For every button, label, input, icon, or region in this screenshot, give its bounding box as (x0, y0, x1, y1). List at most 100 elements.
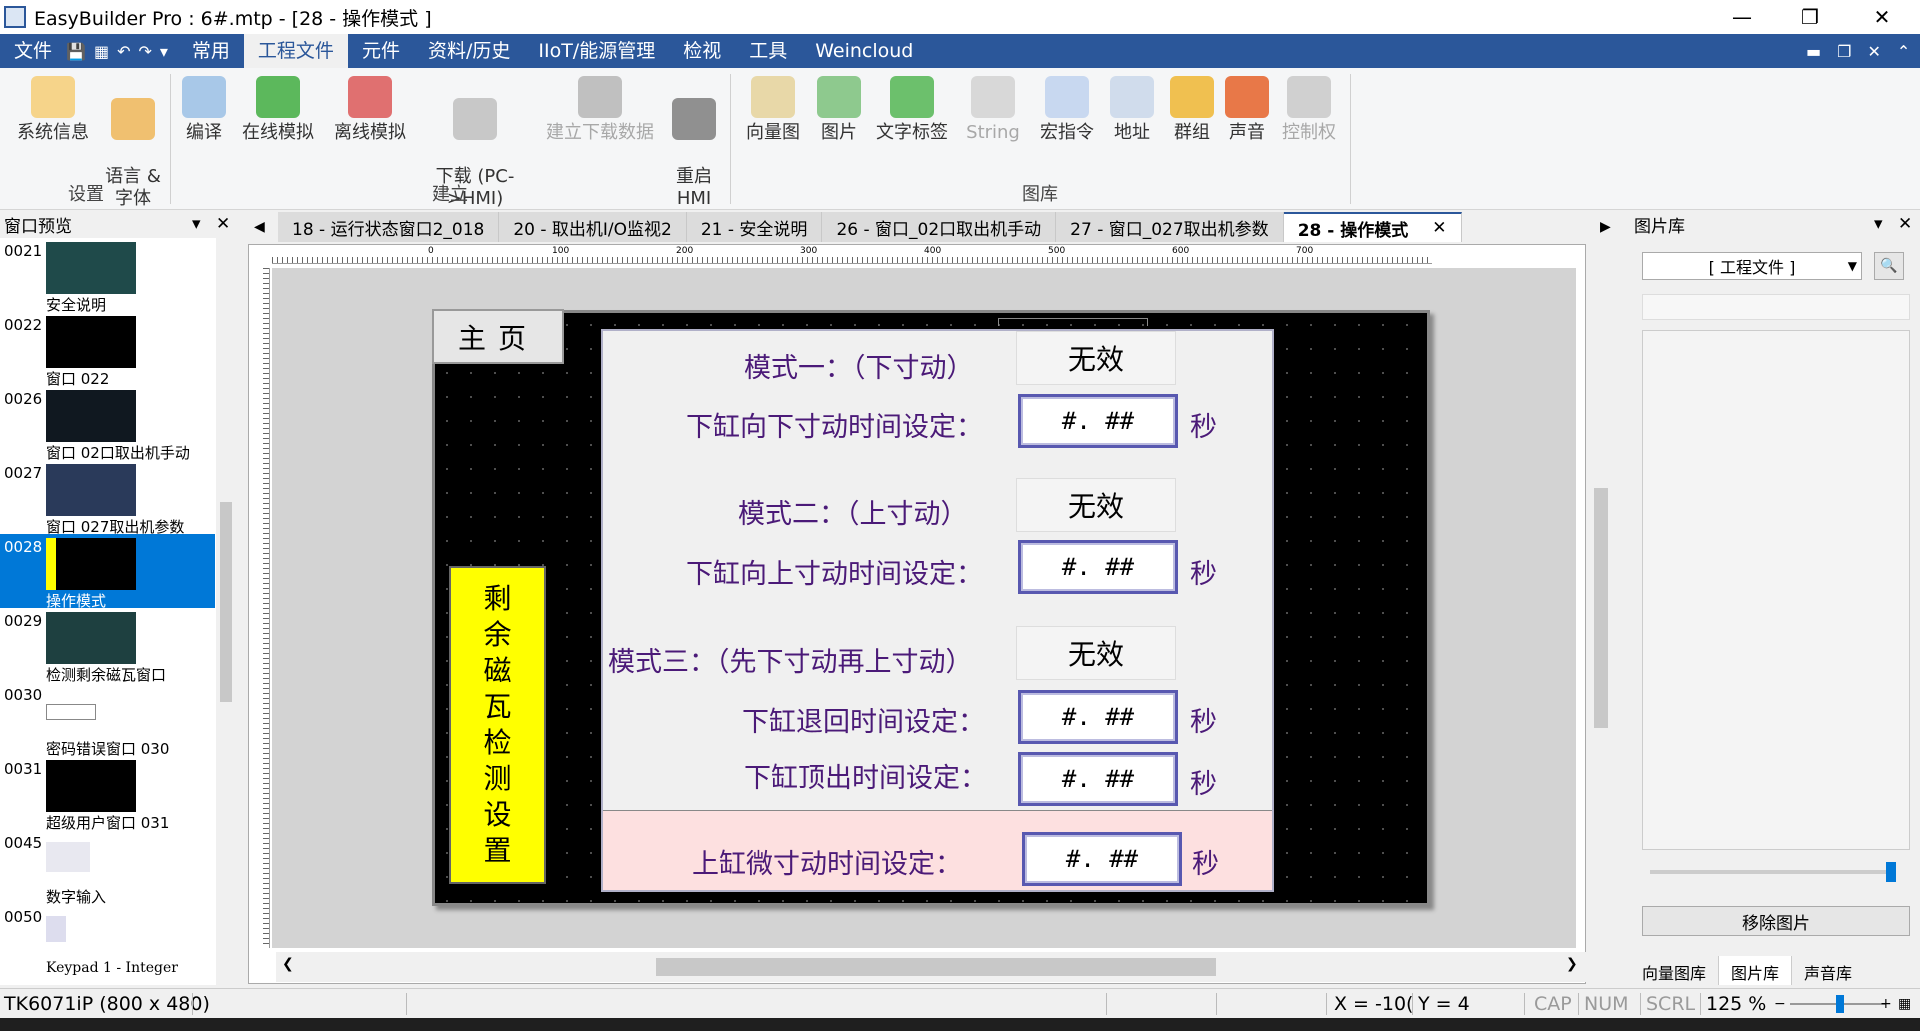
hscroll-right-icon[interactable]: ❯ (1566, 956, 1578, 972)
menu-weincloud[interactable]: Weincloud (801, 34, 927, 68)
tab-window-26[interactable]: 26 - 窗口_02口取出机手动 (822, 212, 1057, 242)
language-font-button[interactable]: 语言 & 字体 (100, 76, 166, 232)
sound-button[interactable]: 声音 (1222, 76, 1272, 144)
remove-picture-button[interactable]: 移除图片 (1642, 906, 1910, 936)
tab-sound-library[interactable]: 声音库 (1792, 956, 1864, 985)
zoom-slider-thumb[interactable] (1836, 995, 1844, 1013)
text-tag-button[interactable]: 文字标签 (874, 76, 950, 144)
thumbnail-size-slider[interactable] (1650, 870, 1890, 874)
minimize-button[interactable]: — (1712, 0, 1772, 34)
editor-horizontal-scrollbar[interactable]: ❮ ❯ (276, 952, 1586, 982)
download-button[interactable]: 下载 (PC- >HMI) (430, 76, 520, 232)
library-filter-field[interactable] (1642, 294, 1910, 320)
window-title: EasyBuilder Pro : 6#.mtp - [28 - 操作模式 ] (34, 7, 432, 30)
tab-scroll-right-icon[interactable]: ▶ (1600, 212, 1611, 242)
preview-item-0022[interactable]: 0022 窗口 022 (0, 312, 215, 388)
menu-home[interactable]: 常用 (178, 34, 244, 68)
group-button[interactable]: 群组 (1164, 76, 1220, 144)
pane-close-icon[interactable]: ✕ (216, 214, 230, 234)
pane-close-icon[interactable]: ✕ (1898, 214, 1912, 234)
close-button[interactable]: ✕ (1852, 0, 1912, 34)
menu-view[interactable]: 检视 (669, 34, 735, 68)
fit-screen-icon[interactable]: ▦ (1898, 989, 1911, 1019)
menu-objects[interactable]: 元件 (348, 34, 414, 68)
preview-scroll-thumb[interactable] (220, 502, 232, 702)
preview-item-0045[interactable]: 0045 数字输入 (0, 830, 215, 906)
upper-jog-time-input[interactable]: #. ## (1022, 832, 1182, 886)
menu-tools[interactable]: 工具 (735, 34, 801, 68)
home-button[interactable]: 主页 (432, 309, 564, 364)
zoom-out-icon[interactable]: − (1774, 989, 1786, 1019)
preview-thumbnail (46, 842, 90, 872)
tab-window-27[interactable]: 27 - 窗口_027取出机参数 (1056, 212, 1284, 242)
macro-button[interactable]: 宏指令 (1036, 76, 1098, 144)
mode3-state-button[interactable]: 无效 (1016, 626, 1176, 680)
save-all-icon[interactable]: ▦ (94, 42, 109, 61)
system-info-button[interactable]: 系统信息 (16, 76, 90, 144)
menu-file[interactable]: 文件 (0, 34, 66, 68)
tab-window-18[interactable]: 18 - 运行状态窗口2_018 (278, 212, 500, 242)
offline-sim-button[interactable]: 离线模拟 (330, 76, 410, 144)
pane-menu-icon[interactable]: ▾ (192, 214, 201, 234)
tab-vector-library[interactable]: 向量图库 (1630, 956, 1720, 985)
build-download-data-button[interactable]: 建立下载数据 (542, 76, 658, 144)
status-separator (1216, 993, 1217, 1015)
up-jog-time-input[interactable]: #. ## (1018, 540, 1178, 594)
tab-picture-library[interactable]: 图片库 (1719, 956, 1793, 985)
editor-vertical-scrollbar[interactable] (1590, 268, 1612, 948)
preview-item-0026[interactable]: 0026 窗口 02口取出机手动 (0, 386, 215, 462)
mode1-state-button[interactable]: 无效 (1016, 331, 1176, 385)
menu-project[interactable]: 工程文件 (243, 34, 348, 68)
redo-icon[interactable]: ↷ (138, 42, 151, 61)
undo-icon[interactable]: ↶ (117, 42, 130, 61)
retract-time-input[interactable]: #. ## (1018, 690, 1178, 744)
vector-image-button[interactable]: 向量图 (742, 76, 804, 144)
library-picture-list[interactable] (1642, 330, 1910, 850)
preview-item-0027[interactable]: 0027 窗口 027取出机参数 (0, 460, 215, 536)
tab-window-21[interactable]: 21 - 安全说明 (686, 212, 823, 242)
address-button[interactable]: 地址 (1106, 76, 1158, 144)
customize-dropdown-icon[interactable]: ▾ (160, 42, 168, 61)
library-browse-button[interactable]: 🔍 (1874, 252, 1904, 280)
preview-item-0050[interactable]: 0050 Keypad 1 - Integer (0, 904, 215, 978)
zoom-in-icon[interactable]: + (1880, 989, 1892, 1019)
remaining-tile-detection-button[interactable]: 剩 余 磁 瓦 检 测 设 置 (449, 566, 546, 884)
control-right-button[interactable]: 控制权 (1278, 76, 1340, 144)
editor-vscroll-thumb[interactable] (1594, 488, 1608, 728)
editor-hscroll-thumb[interactable] (656, 958, 1216, 976)
reboot-hmi-button[interactable]: 重启 HMI (668, 76, 720, 232)
preview-item-0031[interactable]: 0031 超级用户窗口 031 (0, 756, 215, 832)
preview-item-0029[interactable]: 0029 检测剩余磁瓦窗口 (0, 608, 215, 684)
eject-sec-unit: 秒 (1190, 769, 1217, 800)
down-jog-time-input[interactable]: #. ## (1018, 394, 1178, 448)
hscroll-left-icon[interactable]: ❮ (282, 956, 294, 972)
preview-item-0030[interactable]: 0030 密码错误窗口 030 (0, 682, 215, 758)
preview-item-0028[interactable]: 0028 操作模式 (0, 534, 215, 610)
online-sim-button[interactable]: 在线模拟 (238, 76, 318, 144)
tab-close-icon[interactable]: ✕ (1432, 218, 1446, 238)
ribbon-separator (170, 74, 171, 204)
menu-iiot[interactable]: IIoT/能源管理 (524, 34, 669, 68)
ribbon-collapse-icon[interactable]: ⌃ (1897, 42, 1910, 61)
picture-button[interactable]: 图片 (814, 76, 864, 144)
restore-button[interactable]: ❐ (1780, 0, 1840, 34)
ribbon: 系统信息 语言 & 字体 编译 在线模拟 离线模拟 下载 (PC- >HMI) … (0, 68, 1920, 210)
menu-data-history[interactable]: 资料/历史 (414, 34, 524, 68)
thumbnail-size-slider-thumb[interactable] (1886, 862, 1896, 882)
mdi-restore-icon[interactable]: ❐ (1837, 42, 1851, 61)
tab-window-28[interactable]: 28 - 操作模式 ✕ (1283, 212, 1462, 242)
save-icon[interactable]: 💾 (66, 42, 86, 61)
preview-item-0021[interactable]: 0021 安全说明 (0, 238, 215, 314)
mdi-close-icon[interactable]: ✕ (1867, 42, 1880, 61)
eject-time-input[interactable]: #. ## (1018, 752, 1178, 806)
mdi-minimize-icon[interactable]: ▬ (1806, 42, 1821, 61)
compile-button[interactable]: 编译 (178, 76, 230, 144)
status-separator (1326, 993, 1327, 1015)
library-source-dropdown[interactable]: [ 工程文件 ] ▼ (1642, 252, 1862, 280)
preview-scrollbar[interactable] (216, 238, 236, 985)
tab-window-20[interactable]: 20 - 取出机I/O监视2 (499, 212, 687, 242)
pane-menu-icon[interactable]: ▾ (1874, 214, 1883, 234)
string-button[interactable]: String (962, 76, 1024, 144)
mode2-state-button[interactable]: 无效 (1016, 478, 1176, 532)
tab-scroll-left-icon[interactable]: ◀ (254, 212, 265, 242)
